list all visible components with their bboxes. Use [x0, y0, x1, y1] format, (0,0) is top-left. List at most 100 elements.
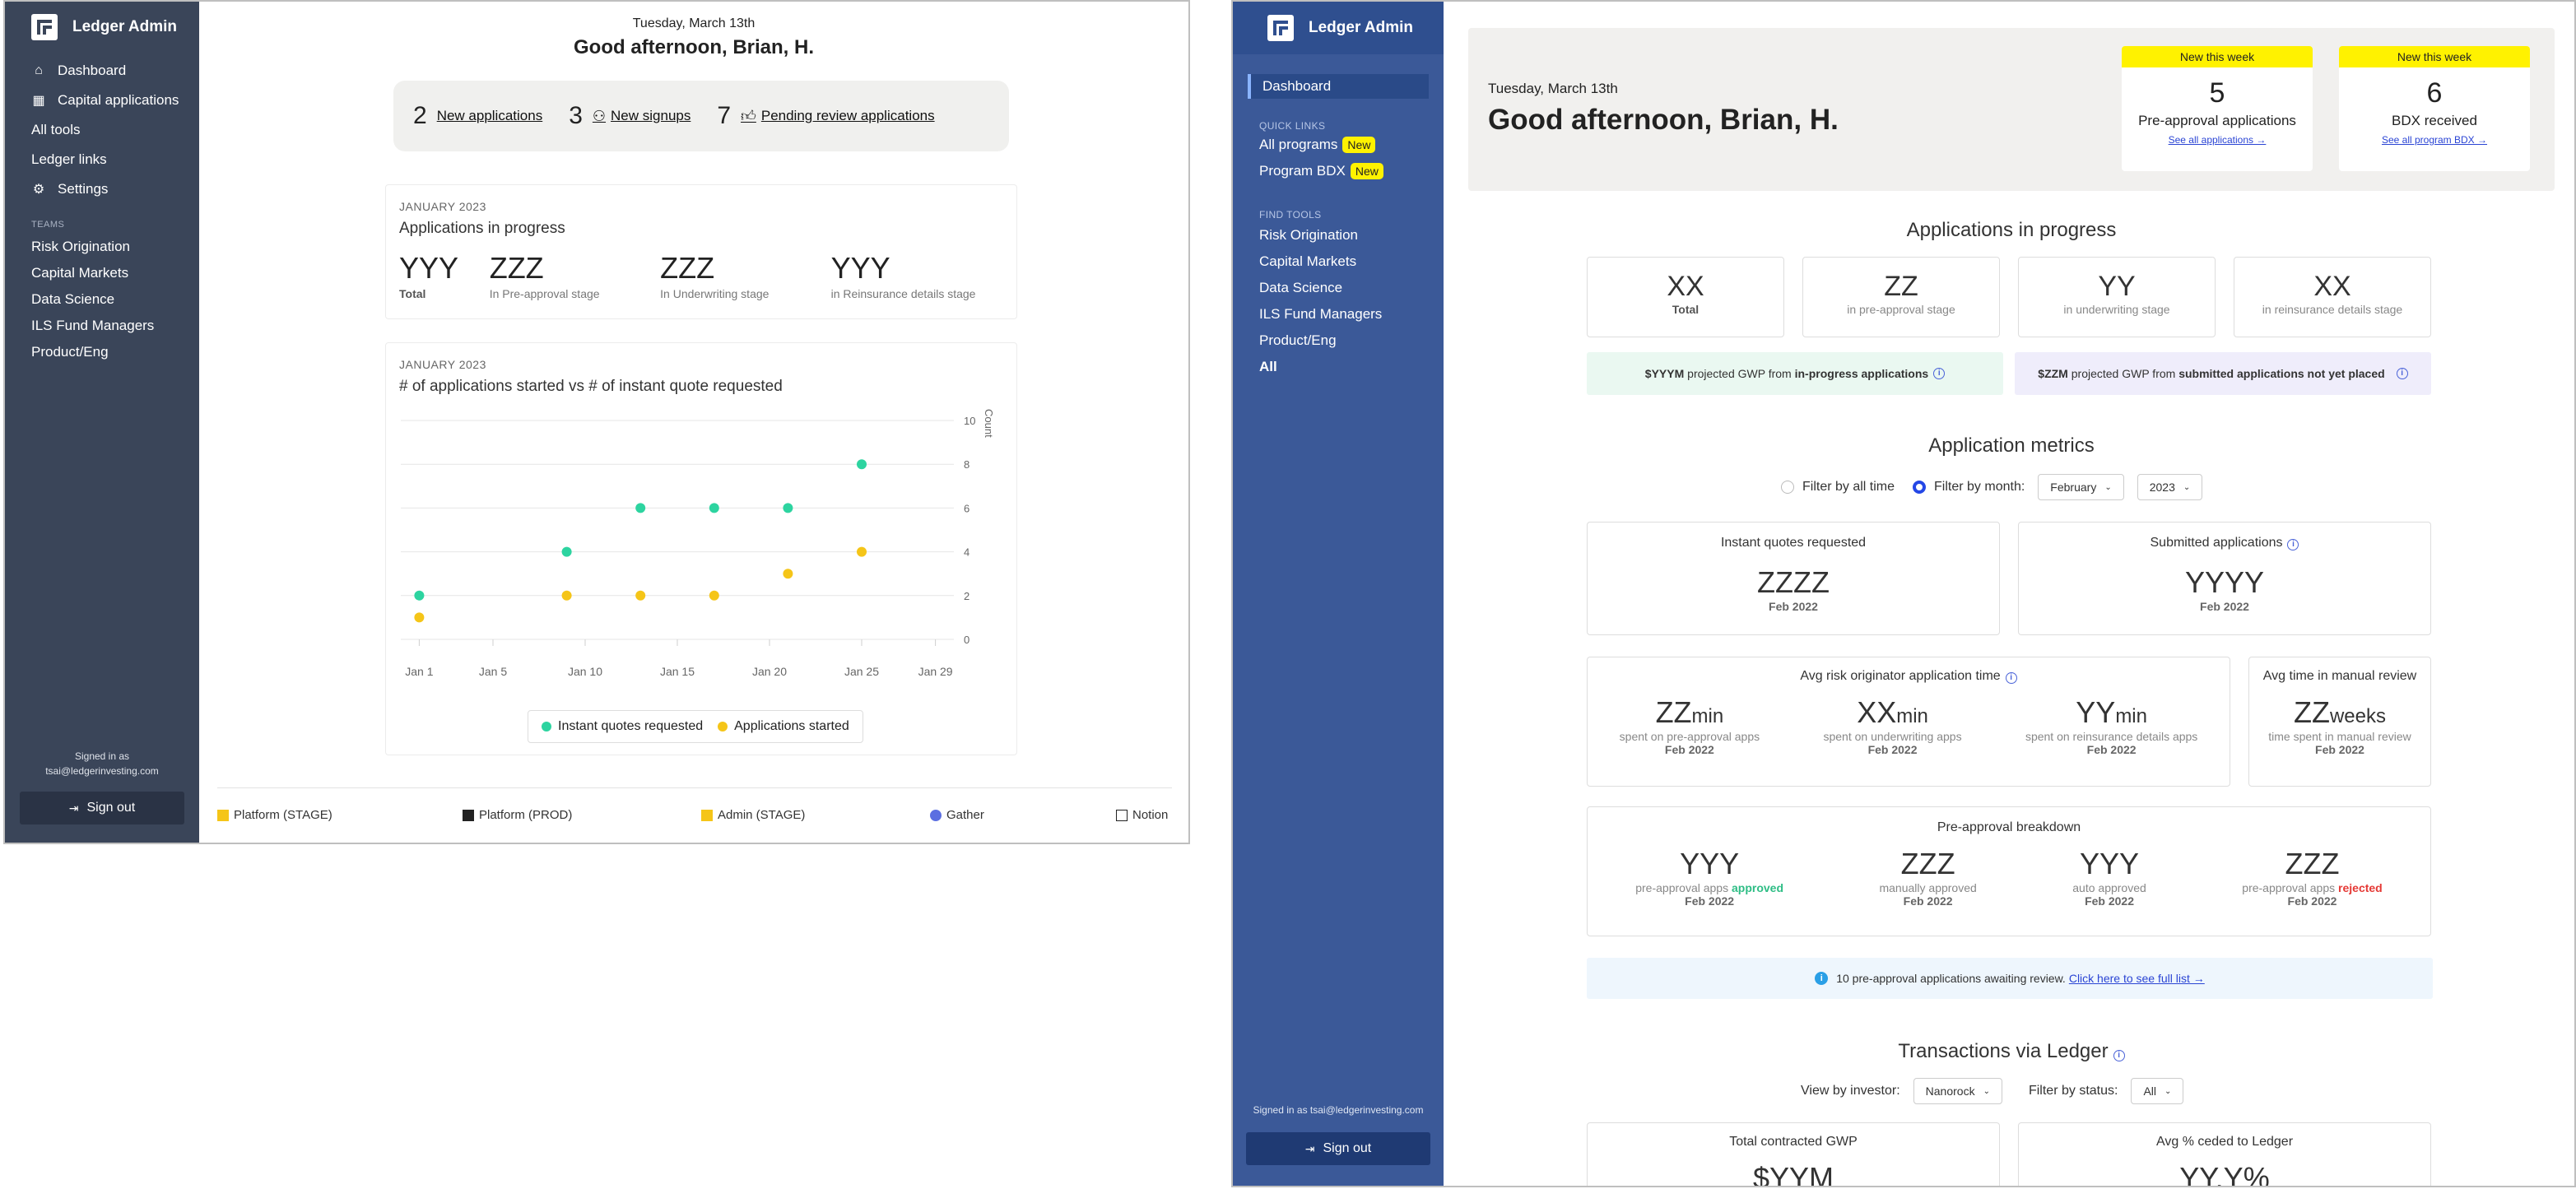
see-all-program-bdx-link[interactable]: See all program BDX →: [2339, 134, 2530, 146]
rejected-accent: rejected: [2338, 881, 2383, 894]
y-tick-label: 6: [964, 502, 969, 514]
underwriting-box: YY in underwriting stage: [2018, 257, 2216, 337]
sidebar-item-capital-applications[interactable]: ▦ Capital applications: [5, 86, 199, 115]
filter-all-time-label[interactable]: Filter by all time: [1802, 480, 1895, 495]
card-title: Applications in progress: [399, 220, 565, 237]
sign-out-button[interactable]: ⇥ Sign out: [20, 792, 184, 824]
admin-dashboard-window-v1: Ledger Admin ⌂ Dashboard ▦ Capital appli…: [3, 0, 1190, 844]
status-select[interactable]: All ⌄: [2131, 1078, 2184, 1104]
month-select[interactable]: February ⌄: [2038, 474, 2124, 500]
pending-review-link[interactable]: 👍︎ Pending review applications: [741, 107, 935, 125]
month-value: February: [2050, 481, 2097, 494]
sidebar-item-product-eng[interactable]: Product/Eng: [5, 339, 199, 365]
breakdown-auto-approved: YYY auto approved Feb 2022: [2072, 847, 2146, 908]
brand[interactable]: Ledger Admin: [1233, 2, 1444, 54]
footer-link-platform-stage[interactable]: Platform (STAGE): [217, 808, 332, 822]
footer-link-platform-prod[interactable]: Platform (PROD): [463, 808, 572, 822]
box-label: in pre-approval stage: [1847, 303, 1955, 316]
ledger-logo-yellow-icon: [701, 809, 713, 821]
sidebar-item-settings[interactable]: ⚙ Settings: [5, 174, 199, 204]
manual-review-box: Avg time in manual review ZZweeks time s…: [2248, 657, 2431, 787]
sidebar-item-risk-origination[interactable]: Risk Origination: [5, 234, 199, 260]
sidebar-item-product-eng[interactable]: Product/Eng: [1259, 332, 1337, 349]
info-icon[interactable]: i: [2287, 539, 2299, 550]
gwp-text: projected GWP from: [1687, 367, 1792, 380]
x-tick-label: Jan 29: [918, 665, 953, 678]
sign-out-button[interactable]: ⇥ Sign out: [1246, 1132, 1430, 1165]
x-tick-label: Jan 5: [479, 665, 507, 678]
sidebar-item-all[interactable]: All: [1259, 359, 1277, 375]
sidebar-item-label: Capital applications: [58, 92, 179, 108]
info-icon[interactable]: i: [2396, 368, 2408, 379]
chevron-down-icon: ⌄: [2183, 482, 2191, 492]
legend-dot: [718, 722, 728, 732]
footer-link-label: Platform (STAGE): [234, 808, 332, 822]
find-tools-heading: FIND TOOLS: [1259, 209, 1322, 221]
legend-item-instant-quotes[interactable]: Instant quotes requested: [542, 719, 703, 734]
user-add-icon: ⚇: [592, 107, 607, 124]
sidebar-item-label: Ledger links: [31, 151, 107, 167]
sidebar-item-label: All tools: [31, 122, 81, 137]
filter-by-month-radio[interactable]: [1913, 481, 1927, 494]
footer-link-admin-stage[interactable]: Admin (STAGE): [701, 808, 805, 822]
sidebar-item-label: Settings: [58, 181, 109, 197]
instant-quotes-point: [561, 546, 572, 557]
chart-legend: Instant quotes requested Applications st…: [528, 710, 863, 743]
teams-heading: TEAMS: [31, 220, 65, 230]
y-tick-label: 8: [964, 458, 969, 471]
sidebar-item-data-science[interactable]: Data Science: [5, 286, 199, 313]
pre-approval-count: 5: [2209, 77, 2225, 109]
metric-value: XX: [1857, 695, 1897, 729]
sidebar-item-all-programs[interactable]: All programs New: [1259, 137, 1376, 153]
metric-title: Submitted applications: [2150, 536, 2283, 550]
avg-time-row: ZZmin spent on pre-approval apps Feb 202…: [1588, 695, 2230, 756]
box-label: in underwriting stage: [2063, 303, 2170, 316]
metric-value: YYY: [2080, 847, 2140, 880]
sign-out-label: Sign out: [86, 801, 136, 815]
applications-in-progress-heading: Applications in progress: [1906, 219, 2117, 241]
footer-link-label: Platform (PROD): [479, 808, 573, 822]
metric-unit: weeks: [2329, 705, 2386, 727]
x-tick-label: Jan 10: [568, 665, 602, 678]
sidebar-item-all-tools[interactable]: All tools: [5, 115, 199, 145]
sidebar-item-data-science[interactable]: Data Science: [1259, 280, 1342, 296]
sidebar-item-ledger-links[interactable]: Ledger links: [5, 145, 199, 174]
sidebar-item-program-bdx[interactable]: Program BDX New: [1259, 163, 1383, 179]
info-icon[interactable]: i: [2113, 1050, 2125, 1061]
legend-item-applications-started[interactable]: Applications started: [718, 719, 849, 734]
sidebar-item-capital-markets[interactable]: Capital Markets: [5, 260, 199, 286]
metric-date: Feb 2022: [2287, 894, 2337, 908]
sidebar-item-risk-origination[interactable]: Risk Origination: [1259, 227, 1358, 244]
new-applications-stat: 2 New applications: [413, 102, 542, 130]
sidebar-item-capital-markets[interactable]: Capital Markets: [1259, 253, 1356, 270]
stat-row: YYY Total ZZZ In Pre-approval stage ZZZ …: [399, 251, 1003, 300]
footer-link-notion[interactable]: Notion: [1116, 808, 1168, 822]
new-signups-link[interactable]: ⚇ New signups: [593, 108, 690, 125]
metric-title: Avg time in manual review: [2262, 669, 2417, 683]
year-select[interactable]: 2023 ⌄: [2137, 474, 2203, 500]
chevron-down-icon: ⌄: [2104, 482, 2112, 492]
sidebar-item-dashboard[interactable]: ⌂ Dashboard: [5, 56, 199, 86]
applications-chart-card: JANUARY 2023 # of applications started v…: [385, 342, 1017, 755]
investor-select[interactable]: Nanorock ⌄: [1913, 1078, 2002, 1104]
sidebar-item-label: All programs: [1259, 137, 1338, 152]
brand[interactable]: Ledger Admin: [5, 2, 199, 53]
metric-title: Pre-approval breakdown: [1937, 820, 2081, 834]
stat-label: In Pre-approval stage: [489, 287, 600, 300]
info-icon[interactable]: i: [2005, 672, 2017, 684]
metric-unit: min: [2115, 705, 2147, 727]
sidebar-item-dashboard[interactable]: Dashboard: [1248, 74, 1429, 99]
quick-links-heading: QUICK LINKS: [1259, 120, 1326, 132]
filter-by-month-label[interactable]: Filter by month:: [1934, 480, 2025, 495]
new-applications-link[interactable]: New applications: [437, 108, 543, 124]
see-full-list-link[interactable]: Click here to see full list →: [2069, 972, 2205, 985]
see-all-applications-link[interactable]: See all applications →: [2122, 134, 2313, 146]
footer-link-gather[interactable]: Gather: [930, 808, 984, 822]
sidebar-item-ils-fund-managers[interactable]: ILS Fund Managers: [1259, 306, 1382, 323]
info-icon[interactable]: i: [1933, 368, 1946, 379]
status-value: All: [2143, 1084, 2157, 1098]
stat-reinsurance: YYY in Reinsurance details stage: [831, 251, 1003, 300]
filter-all-time-radio[interactable]: [1781, 481, 1794, 494]
sidebar-item-ils-fund-managers[interactable]: ILS Fund Managers: [5, 313, 199, 339]
stat-value: ZZZ: [660, 251, 715, 285]
